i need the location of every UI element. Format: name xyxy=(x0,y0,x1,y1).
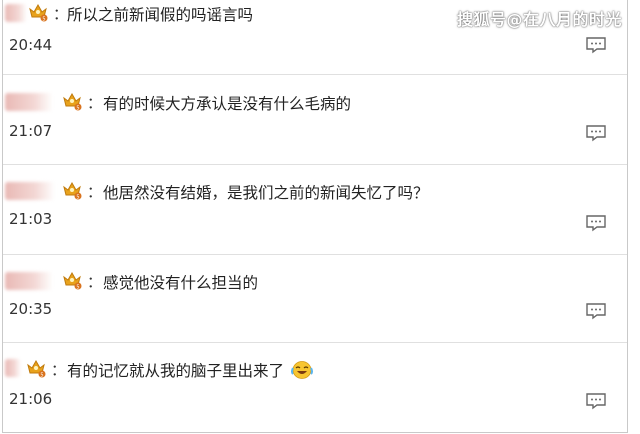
reply-icon[interactable] xyxy=(585,392,607,410)
crown-badge-icon: 5 xyxy=(29,3,48,23)
comment-text: 有的记忆就从我的脑子里出来了 xyxy=(67,359,313,381)
comment-text: 有的时候大方承认是没有什么毛病的 xyxy=(103,95,352,113)
crown-badge-icon: 5 xyxy=(63,92,82,112)
colon: ： xyxy=(87,183,103,201)
divider xyxy=(3,342,627,343)
colon: ： xyxy=(87,273,103,291)
reply-icon[interactable] xyxy=(585,214,607,232)
crown-badge-icon: 5 xyxy=(63,271,82,291)
svg-text:5: 5 xyxy=(76,106,79,112)
divider xyxy=(3,164,627,165)
blurred-username[interactable] xyxy=(5,359,21,377)
comment-time: 20:44 xyxy=(9,36,53,54)
divider xyxy=(3,254,627,255)
reply-icon[interactable] xyxy=(585,124,607,142)
blurred-username[interactable] xyxy=(5,4,27,22)
blurred-username[interactable] xyxy=(5,93,53,111)
divider xyxy=(3,74,627,75)
comment-text: 所以之前新闻假的吗谣言吗 xyxy=(67,6,254,24)
colon: ： xyxy=(87,94,103,112)
svg-text:5: 5 xyxy=(42,17,45,23)
comment-list: 5 ： 所以之前新闻假的吗谣言吗 20:44 5 ： 有的时候大方承认是没有什么… xyxy=(2,0,628,433)
blurred-username[interactable] xyxy=(5,272,53,290)
blurred-username[interactable] xyxy=(5,182,55,200)
comment-text: 感觉他没有什么担当的 xyxy=(103,274,259,292)
svg-text:5: 5 xyxy=(76,195,79,201)
comment-time: 21:06 xyxy=(9,390,53,408)
svg-text:5: 5 xyxy=(76,285,79,291)
reply-icon[interactable] xyxy=(585,302,607,320)
reply-icon[interactable] xyxy=(585,36,607,54)
laughing-tears-emoji-icon xyxy=(290,361,313,379)
comment-text-body: 有的记忆就从我的脑子里出来了 xyxy=(67,362,285,380)
watermark: 搜狐号@在八月的时光 xyxy=(456,10,622,29)
colon: ： xyxy=(51,361,67,379)
comment-time: 20:35 xyxy=(9,300,53,318)
crown-badge-icon: 5 xyxy=(63,181,82,201)
svg-text:5: 5 xyxy=(40,373,43,379)
comment-text: 他居然没有结婚，是我们之前的新闻失忆了吗？ xyxy=(103,184,429,202)
crown-badge-icon: 5 xyxy=(27,359,46,379)
comment-time: 21:07 xyxy=(9,122,53,140)
colon: ： xyxy=(53,5,69,23)
comment-time: 21:03 xyxy=(9,210,53,228)
